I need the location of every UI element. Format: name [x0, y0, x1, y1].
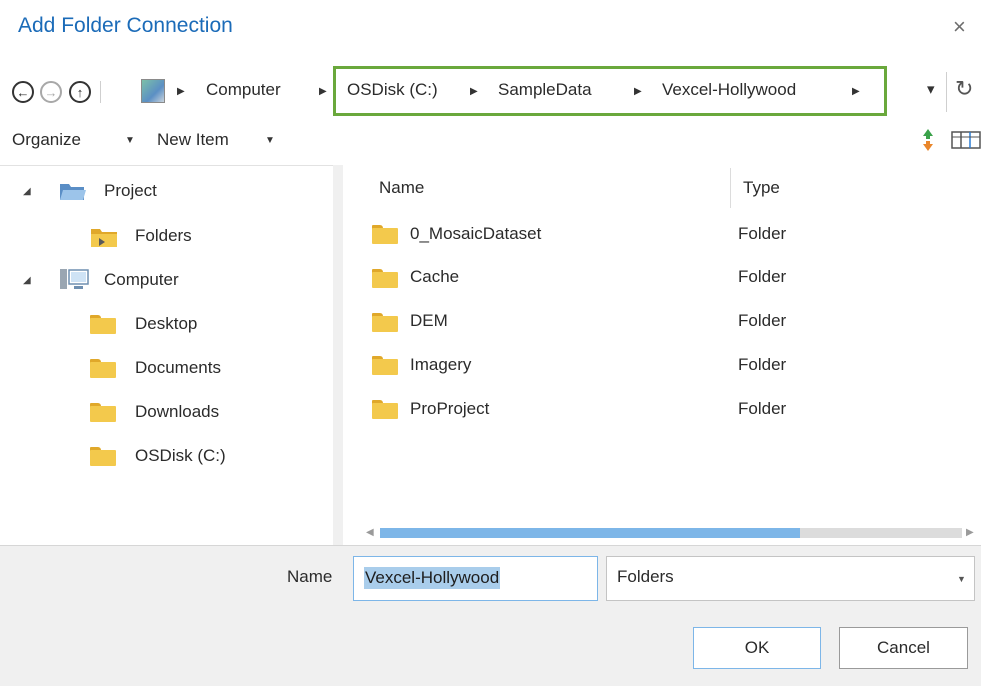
refresh-icon[interactable]: ↻ [955, 76, 973, 102]
scroll-right-icon[interactable]: ▶ [966, 527, 974, 538]
breadcrumb-chevron-icon: ▶ [319, 86, 327, 97]
tree-item-osdisk[interactable]: OSDisk (C:) [135, 446, 226, 466]
tree-item-computer[interactable]: Computer [104, 270, 179, 290]
up-arrow-icon: ↑ [76, 84, 84, 100]
file-row-type: Folder [738, 224, 787, 243]
file-row-type: Folder [738, 355, 787, 374]
tree-item-desktop[interactable]: Desktop [135, 314, 197, 334]
pane-splitter[interactable] [333, 165, 343, 545]
column-header-type[interactable]: Type [743, 178, 780, 198]
expand-toggle-icon[interactable]: ◢ [23, 275, 31, 286]
tree-item-folders[interactable]: Folders [135, 226, 192, 246]
breadcrumb-computer[interactable]: Computer [206, 80, 281, 100]
filter-select-value[interactable]: Folders [617, 567, 674, 587]
file-row-name[interactable]: DEM [410, 311, 448, 331]
computer-icon [59, 268, 89, 292]
divider [946, 72, 947, 112]
breadcrumb-chevron-icon: ▶ [177, 86, 185, 97]
file-row-name[interactable]: Cache [410, 267, 459, 287]
tree-item-downloads[interactable]: Downloads [135, 402, 219, 422]
cancel-button[interactable]: Cancel [839, 627, 968, 669]
new-item-caret-icon[interactable]: ▼ [265, 135, 275, 146]
forward-arrow-icon: → [44, 84, 58, 100]
forward-button[interactable]: → [40, 81, 62, 103]
address-dropdown-icon[interactable]: ▾ [927, 80, 935, 98]
scroll-left-icon[interactable]: ◀ [366, 527, 374, 538]
new-item-menu[interactable]: New Item [157, 130, 229, 150]
breadcrumb-highlight [333, 66, 887, 116]
back-button[interactable]: ← [12, 81, 34, 103]
tree-item-project[interactable]: Project [104, 181, 157, 201]
organize-caret-icon[interactable]: ▼ [125, 135, 135, 146]
file-row-type: Folder [738, 267, 787, 286]
back-arrow-icon: ← [16, 84, 30, 100]
dialog-title: Add Folder Connection [18, 14, 233, 37]
navigation-pane [0, 165, 333, 546]
ok-button[interactable]: OK [693, 627, 821, 669]
column-header-name[interactable]: Name [379, 178, 424, 198]
organize-menu[interactable]: Organize [12, 130, 81, 150]
name-label: Name [287, 567, 333, 586]
scrollbar-thumb[interactable] [380, 528, 800, 538]
close-icon[interactable]: × [953, 14, 966, 40]
file-row-name[interactable]: Imagery [410, 355, 471, 375]
project-icon [59, 180, 87, 202]
file-row-type: Folder [738, 311, 787, 330]
file-row-type: Folder [738, 399, 787, 418]
name-input-value[interactable]: Vexcel-Hollywood [364, 567, 501, 589]
file-row-name[interactable]: ProProject [410, 399, 489, 419]
location-icon [141, 79, 165, 103]
divider [100, 81, 101, 103]
sort-icon[interactable] [921, 128, 935, 152]
chevron-down-icon[interactable]: ▼ [957, 574, 966, 584]
view-columns-icon[interactable] [951, 131, 981, 149]
up-button[interactable]: ↑ [69, 81, 91, 103]
file-row-name[interactable]: 0_MosaicDataset [410, 224, 541, 244]
expand-toggle-icon[interactable]: ◢ [23, 186, 31, 197]
folders-icon [90, 226, 118, 248]
tree-item-documents[interactable]: Documents [135, 358, 221, 378]
column-splitter[interactable] [730, 168, 731, 208]
